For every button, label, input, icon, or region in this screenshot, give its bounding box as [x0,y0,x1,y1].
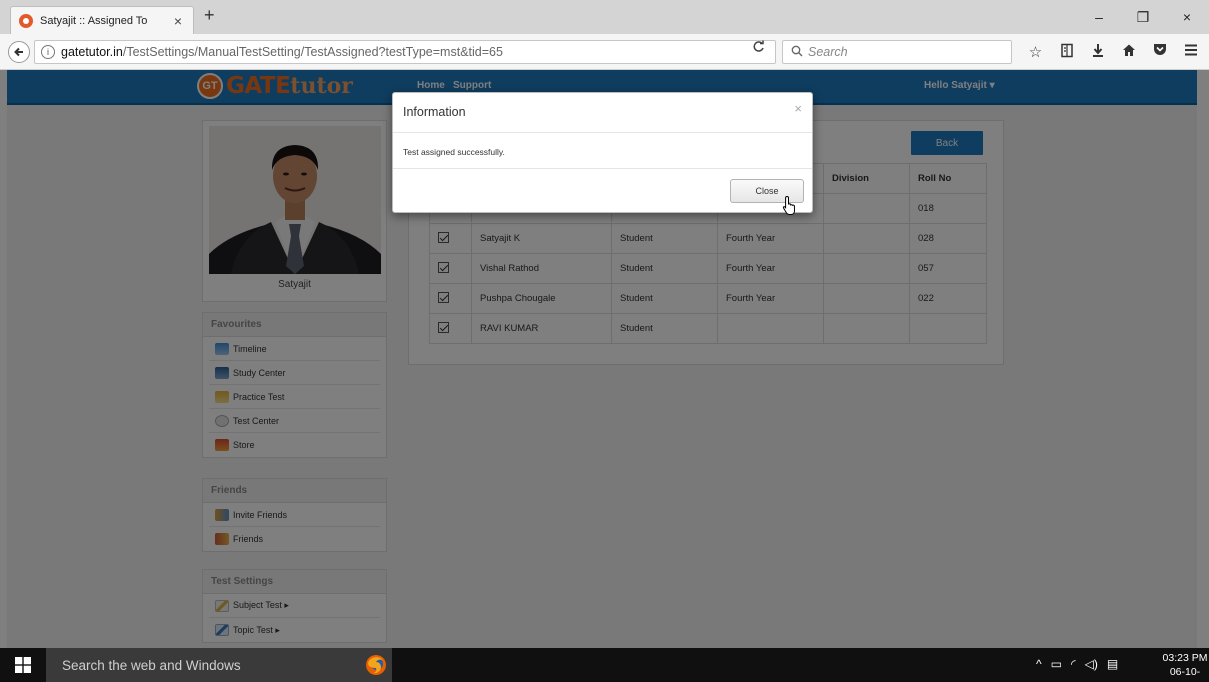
dialog-header: Information × [393,93,812,133]
url-host: gatetutor.in [61,45,123,59]
reading-list-icon[interactable] [1051,43,1082,62]
browser-navbar: i gatetutor.in/TestSettings/ManualTestSe… [0,34,1209,70]
wifi-icon[interactable]: ◜ [1071,657,1076,671]
reload-icon[interactable] [752,40,765,56]
system-tray: ^ ▭ ◜ ◁) ▤ [1036,657,1118,671]
browser-tab[interactable]: Satyajit :: Assigned To × [10,6,194,34]
dialog-message: Test assigned successfully. [393,133,812,169]
windows-taskbar: Search the web and Windows ^ ▭ ◜ ◁) ▤ 03… [0,648,1209,682]
hand-pointer-cursor-icon [782,195,798,218]
pocket-icon[interactable] [1144,43,1175,62]
site-info-icon[interactable]: i [41,45,55,59]
volume-icon[interactable]: ◁) [1085,657,1098,671]
url-text: gatetutor.in/TestSettings/ManualTestSett… [61,45,503,59]
search-placeholder: Search [808,45,848,59]
new-tab-button[interactable]: + [204,5,215,26]
minimize-button[interactable]: – [1077,0,1121,34]
bookmark-star-icon[interactable]: ☆ [1020,43,1051,62]
toolbar-icons: ☆ [1020,43,1206,62]
taskbar-search-input[interactable]: Search the web and Windows [46,648,392,682]
menu-icon[interactable] [1175,43,1206,62]
home-icon[interactable] [1113,43,1144,62]
clock-time: 03:23 PM [1162,652,1208,664]
restore-button[interactable]: ❐ [1121,0,1165,34]
search-icon [791,45,803,60]
address-bar[interactable]: i gatetutor.in/TestSettings/ManualTestSe… [34,40,776,64]
tab-close-icon[interactable]: × [171,13,185,29]
web-page: GT GATE tutor Home Support Hello Satyaji… [0,70,1209,648]
window-controls: – ❐ × [1077,0,1209,34]
dialog-close-icon[interactable]: × [794,101,802,116]
information-dialog: Information × Test assigned successfully… [392,92,813,213]
back-arrow-icon [14,47,23,57]
tab-title: Satyajit :: Assigned To [40,14,148,27]
browser-back-button[interactable] [8,41,30,63]
window-close-button[interactable]: × [1165,0,1209,34]
windows-start-icon[interactable] [0,648,46,682]
dialog-title: Information [403,105,466,119]
download-icon[interactable] [1082,43,1113,62]
url-path: /TestSettings/ManualTestSetting/TestAssi… [122,45,503,59]
battery-icon[interactable]: ▭ [1051,657,1062,671]
taskbar-clock[interactable]: 03:23 PM 06-10-2016 [1160,651,1209,682]
tray-expand-icon[interactable]: ^ [1036,657,1042,671]
browser-tab-strip: Satyajit :: Assigned To × + – ❐ × [0,0,1209,34]
site-favicon-icon [19,13,33,28]
firefox-taskbar-icon[interactable] [356,648,396,682]
clock-date: 06-10-2016 [1169,666,1201,682]
notifications-icon[interactable]: ▤ [1107,657,1118,671]
browser-search-input[interactable]: Search [782,40,1012,64]
